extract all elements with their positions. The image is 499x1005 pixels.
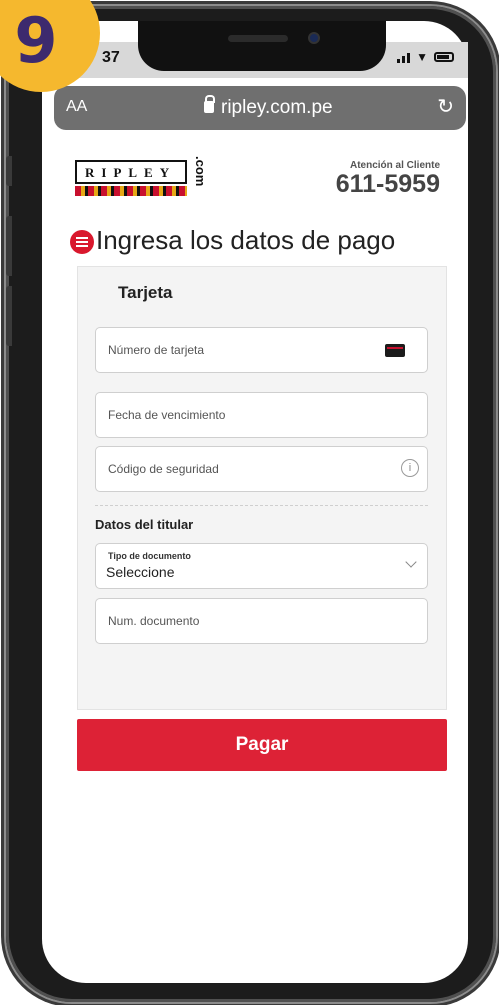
security-code-field[interactable]: Código de seguridad i xyxy=(95,446,428,492)
text-size-button[interactable]: AA xyxy=(66,98,87,116)
card-section-title: Tarjeta xyxy=(118,283,173,302)
url-text[interactable]: ripley.com.pe xyxy=(221,97,333,119)
logo-suffix: .com xyxy=(193,156,208,187)
divider xyxy=(95,505,428,506)
speaker xyxy=(228,35,288,42)
card-number-placeholder: Número de tarjeta xyxy=(108,343,205,357)
step-number: 9 xyxy=(14,4,58,77)
customer-service: Atención al Cliente 611-5959 xyxy=(300,160,440,197)
chevron-down-icon xyxy=(405,556,417,568)
expiry-date-field[interactable]: Fecha de vencimiento xyxy=(95,392,428,438)
wifi-icon: ▼ xyxy=(416,50,428,64)
status-time: 37 xyxy=(102,49,120,66)
logo-box: RIPLEY xyxy=(75,160,187,184)
battery-icon xyxy=(434,52,454,62)
document-type-value: Seleccione xyxy=(106,564,175,580)
document-number-placeholder: Num. documento xyxy=(108,614,200,628)
signal-icon xyxy=(397,51,411,63)
document-number-field[interactable]: Num. documento xyxy=(95,598,428,644)
mute-switch xyxy=(6,156,12,186)
logo-text: RIPLEY xyxy=(85,165,177,180)
card-number-field[interactable]: Número de tarjeta xyxy=(95,327,428,373)
reload-icon[interactable]: ↻ xyxy=(437,94,454,119)
page-title: Ingresa los datos de pago xyxy=(96,225,396,255)
document-type-label: Tipo de documento xyxy=(108,551,191,561)
menu-icon[interactable] xyxy=(70,230,94,254)
holder-section-title: Datos del titular xyxy=(95,517,194,532)
camera xyxy=(308,32,320,44)
document-type-select[interactable]: Tipo de documento Seleccione xyxy=(95,543,428,589)
volume-up-button xyxy=(6,216,12,276)
customer-service-phone[interactable]: 611-5959 xyxy=(300,171,440,197)
ripley-logo[interactable]: RIPLEY .com xyxy=(75,152,208,200)
credit-card-icon xyxy=(385,344,405,357)
status-icons: ▼ xyxy=(397,50,454,64)
phone-notch xyxy=(138,21,386,71)
logo-stripes xyxy=(75,186,187,196)
security-code-placeholder: Código de seguridad xyxy=(108,462,219,476)
address-bar[interactable]: AA ripley.com.pe ↻ xyxy=(54,86,466,130)
pay-button[interactable]: Pagar xyxy=(77,719,447,771)
info-icon[interactable]: i xyxy=(401,459,419,477)
expiry-date-placeholder: Fecha de vencimiento xyxy=(108,408,226,422)
volume-down-button xyxy=(6,286,12,346)
lock-icon xyxy=(204,95,215,113)
